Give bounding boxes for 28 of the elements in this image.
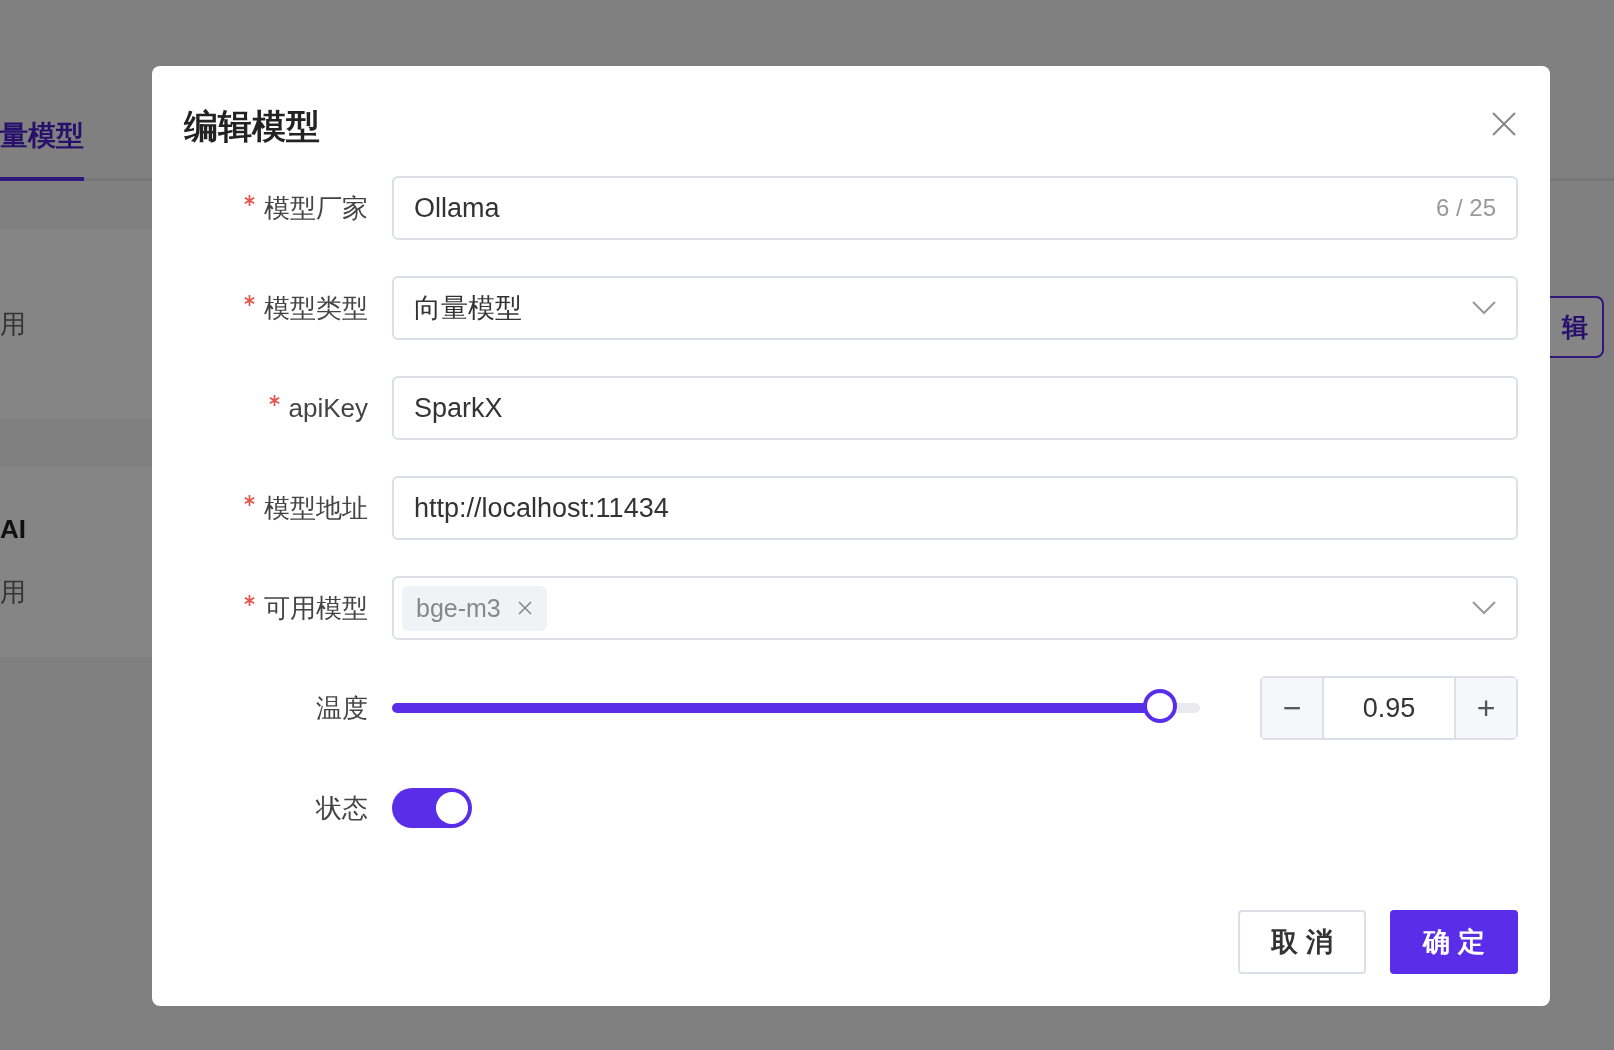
chevron-down-icon: [1472, 301, 1496, 315]
card-text: 用: [0, 576, 27, 609]
field-label: 温度: [315, 691, 369, 725]
text-input[interactable]: SparkX: [392, 376, 1518, 440]
field-label: apiKey: [184, 392, 392, 424]
decrement-button[interactable]: −: [1262, 678, 1324, 738]
card-title: AI: [0, 514, 27, 545]
select-dropdown[interactable]: 向量模型: [392, 276, 1518, 340]
field-label: 模型厂家: [184, 190, 392, 226]
field-label: 模型地址: [184, 490, 392, 526]
page-tab[interactable]: 量模型: [0, 117, 84, 181]
text-input[interactable]: Ollama 6 / 25: [392, 176, 1518, 240]
slider-thumb[interactable]: [1142, 689, 1177, 723]
close-icon[interactable]: [1490, 110, 1518, 138]
card-text: 用: [0, 307, 27, 341]
model-tag: bge-m3: [402, 585, 547, 631]
status-toggle[interactable]: [392, 788, 472, 828]
close-icon[interactable]: [516, 600, 533, 616]
chevron-down-icon: [1472, 601, 1496, 615]
dialog-title: 编辑模型: [184, 106, 320, 147]
increment-button[interactable]: +: [1454, 678, 1516, 738]
field-label: 可用模型: [184, 590, 392, 626]
field-label: 状态: [314, 791, 369, 825]
number-value[interactable]: 0.95: [1324, 678, 1454, 738]
field-label: 模型类型: [184, 290, 392, 326]
confirm-button[interactable]: 确 定: [1390, 910, 1518, 974]
text-input[interactable]: http://localhost:11434: [392, 476, 1518, 540]
cancel-button[interactable]: 取 消: [1238, 910, 1366, 974]
